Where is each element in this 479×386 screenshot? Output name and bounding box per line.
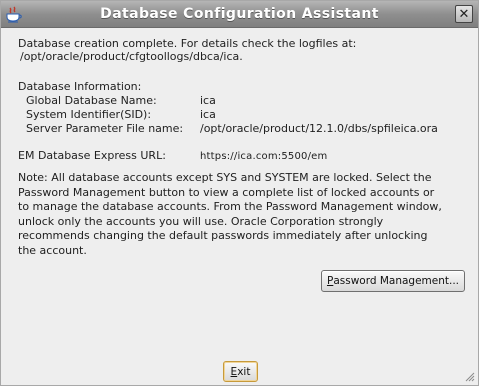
db-info-heading: Database Information: [18, 80, 142, 93]
spfile-label: Server Parameter File name: [26, 122, 184, 135]
exit-mnemonic: E [230, 365, 238, 378]
exit-button[interactable]: Exit [223, 361, 258, 382]
exit-label: xit [237, 365, 251, 378]
note-line: to manage the database accounts. From th… [18, 200, 442, 214]
em-url-value: https://ica.com:5500/em [200, 151, 328, 162]
window-title: Database Configuration Assistant [100, 6, 379, 22]
resize-grip-icon[interactable] [465, 372, 475, 382]
password-management-button[interactable]: Password Management... [321, 270, 465, 292]
logfile-path: /opt/oracle/product/cfgtoollogs/dbca/ica… [20, 50, 243, 63]
note-line: Password Management button to view a com… [18, 185, 435, 199]
close-button[interactable]: ✕ [455, 5, 473, 23]
close-icon: ✕ [458, 6, 470, 22]
global-db-name-value: ica [200, 94, 216, 107]
completion-text: Database creation complete. For details … [18, 37, 357, 50]
password-management-label: assword Management... [333, 275, 460, 287]
title-bar[interactable]: Database Configuration Assistant ✕ [1, 1, 478, 28]
global-db-name-label: Global Database Name: [26, 94, 157, 107]
note-line: the account. [18, 243, 87, 257]
completion-message: Database creation complete. For details … [18, 37, 473, 63]
sid-value: ica [200, 108, 216, 121]
note-line: unlock only the accounts you will use. O… [18, 214, 384, 228]
spfile-value: /opt/oracle/product/12.1.0/dbs/spfileica… [200, 122, 438, 135]
locked-accounts-note: Note: All database accounts except SYS a… [18, 171, 470, 259]
dialog-window: Database Configuration Assistant ✕ Datab… [0, 0, 479, 386]
em-url-label: EM Database Express URL: [18, 149, 166, 162]
java-coffee-cup-icon [6, 6, 22, 23]
sid-label: System Identifier(SID): [26, 108, 152, 121]
note-line: Note: All database accounts except SYS a… [18, 171, 432, 184]
note-line: recommends changing the default password… [18, 229, 428, 243]
